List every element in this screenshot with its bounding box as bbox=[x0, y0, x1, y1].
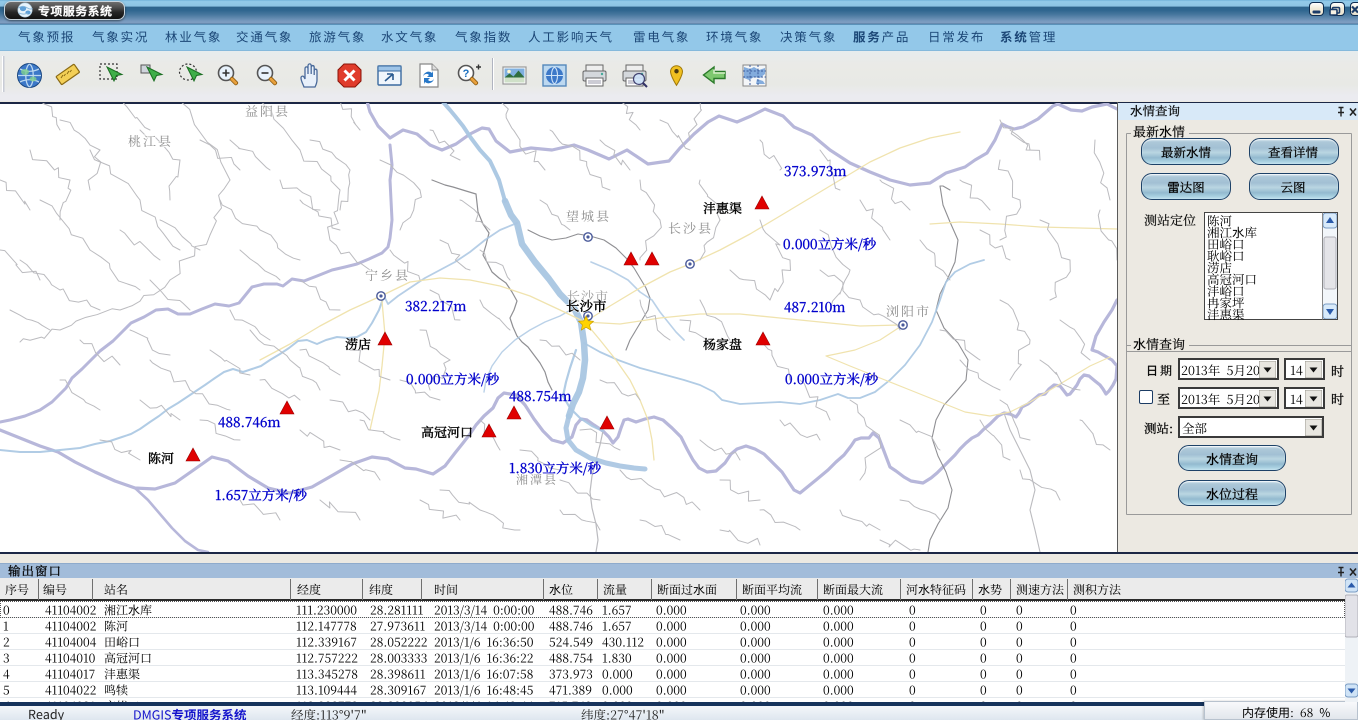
svg-text:?: ? bbox=[463, 68, 470, 80]
